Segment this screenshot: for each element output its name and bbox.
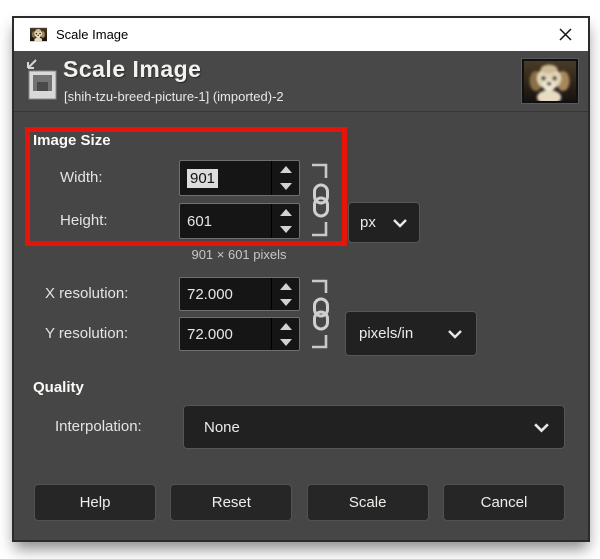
window-title: Scale Image [56,27,129,42]
spin-down-button[interactable] [272,221,299,238]
image-size-heading: Image Size [33,132,111,149]
chevron-down-icon [448,329,462,339]
spin-up-button[interactable] [272,318,299,334]
size-unit-value: px [360,214,376,231]
width-value[interactable]: 901 [187,168,219,188]
spin-down-button[interactable] [272,294,299,310]
spin-up-button[interactable] [272,278,299,294]
cancel-button[interactable]: Cancel [442,484,565,521]
help-button[interactable]: Help [34,484,156,521]
interpolation-value: None [204,418,240,436]
interpolation-label: Interpolation: [55,418,142,435]
x-resolution-spinner [271,278,299,310]
height-value[interactable]: 601 [180,204,271,238]
triangle-down-icon [279,298,292,306]
spin-down-button[interactable] [272,178,299,195]
x-resolution-input[interactable]: 72.000 [179,277,300,311]
height-label: Height: [60,212,108,229]
spin-down-button[interactable] [272,334,299,350]
y-resolution-spinner [271,318,299,350]
triangle-down-icon [279,226,292,233]
dialog-subtitle: [shih-tzu-breed-picture-1] (imported)-2 [64,89,284,104]
resolution-unit-dropdown[interactable]: pixels/in [345,311,477,356]
y-resolution-input[interactable]: 72.000 [179,317,300,351]
x-resolution-label: X resolution: [45,285,129,302]
pixel-dimensions-note: 901 × 601 pixels [191,247,287,262]
spin-up-button[interactable] [272,204,299,221]
height-spinner [271,204,299,238]
scale-button[interactable]: Scale [306,484,429,521]
width-spinner [271,161,299,195]
dialog-title: Scale Image [63,56,202,82]
width-input[interactable]: 901 [179,160,300,196]
triangle-down-icon [279,338,292,346]
interpolation-dropdown[interactable]: None [183,405,565,449]
dialog-header: Scale Image [shih-tzu-breed-picture-1] (… [14,51,588,112]
window-titlebar[interactable]: Scale Image [14,18,588,51]
close-button[interactable] [542,18,588,51]
resolution-chain-link-icon[interactable] [307,275,335,353]
triangle-down-icon [279,183,292,190]
reset-button[interactable]: Reset [170,484,293,521]
triangle-up-icon [279,282,292,290]
height-input[interactable]: 601 [179,203,300,239]
scale-image-icon [27,59,57,100]
image-preview-thumbnail [522,59,578,103]
dialog-button-row: Help Reset Scale Cancel [34,484,565,521]
y-resolution-label: Y resolution: [45,325,129,342]
size-unit-dropdown[interactable]: px [348,202,420,243]
window-dog-icon [30,27,47,42]
triangle-up-icon [279,209,292,216]
chevron-down-icon [393,218,407,228]
size-chain-link-icon[interactable] [307,158,335,242]
close-icon [558,28,572,41]
y-resolution-value[interactable]: 72.000 [180,318,271,350]
spin-up-button[interactable] [272,161,299,178]
x-resolution-value[interactable]: 72.000 [180,278,271,310]
resolution-unit-value: pixels/in [359,325,414,342]
chevron-down-icon [534,422,549,432]
width-label: Width: [60,169,103,186]
scale-image-dialog: Scale Image Scale Image [shih-tzu-breed-… [14,18,588,540]
quality-heading: Quality [33,379,84,396]
triangle-up-icon [279,166,292,173]
triangle-up-icon [279,322,292,330]
